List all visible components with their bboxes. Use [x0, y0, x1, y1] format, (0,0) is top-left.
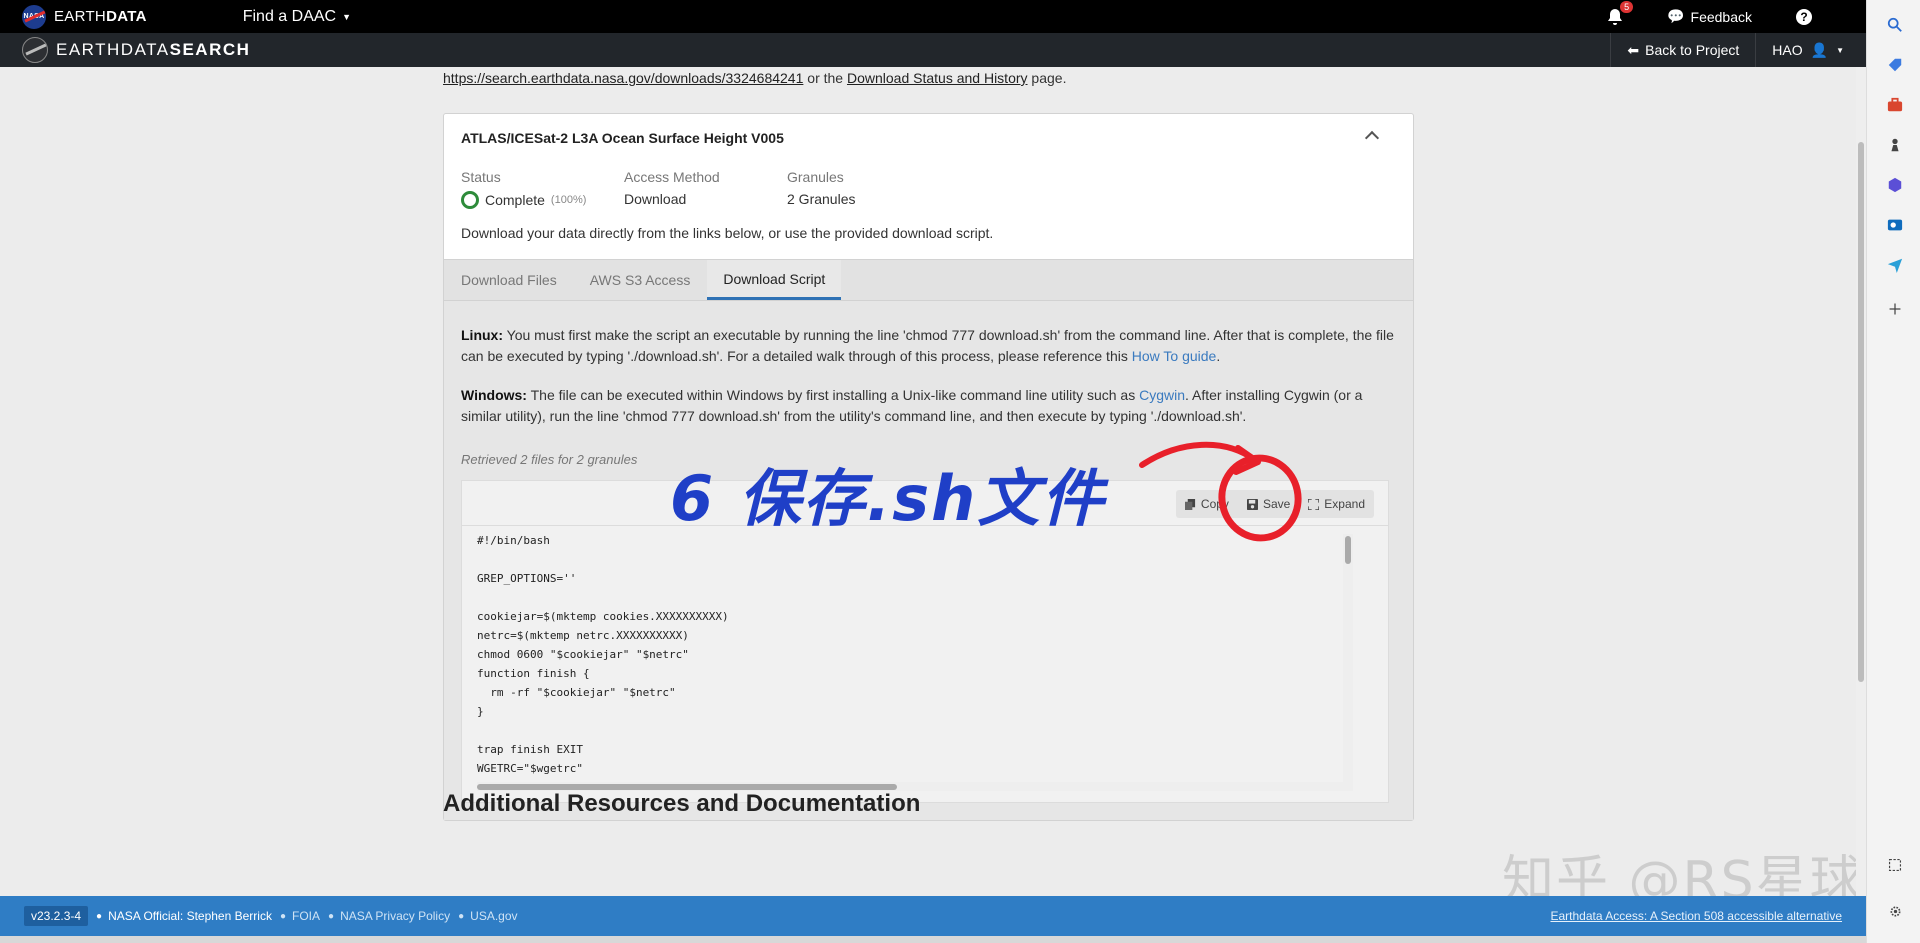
download-script-panel: Linux: You must first make the script an…: [444, 301, 1413, 820]
complete-ring-icon: [461, 191, 479, 209]
version-badge: v23.2.3-4: [24, 906, 89, 926]
footer: v23.2.3-4 ● NASA Official: Stephen Berric…: [0, 896, 1866, 936]
page-scrollbar[interactable]: [1856, 67, 1866, 896]
cygwin-link[interactable]: Cygwin: [1139, 387, 1185, 403]
search-icon[interactable]: [1886, 16, 1904, 34]
linux-end: .: [1216, 348, 1221, 364]
access-method-value: Download: [624, 191, 687, 207]
caret-down-icon: ▼: [1836, 45, 1844, 55]
usa-gov-link[interactable]: USA.gov: [470, 909, 517, 923]
earthdata-search-logo[interactable]: EARTHDATA SEARCH: [22, 37, 250, 63]
linux-label: Linux:: [461, 327, 503, 343]
code-line: netrc=$(mktemp netrc.XXXXXXXXXX): [477, 629, 689, 642]
plus-icon[interactable]: [1886, 300, 1904, 318]
help-icon[interactable]: ?: [1796, 8, 1812, 25]
linux-text: You must first make the script an execut…: [461, 327, 1394, 364]
earthdata-brand-prefix: EARTH: [54, 8, 107, 25]
tag-icon[interactable]: [1886, 56, 1904, 74]
code-line: cookiejar=$(mktemp cookies.XXXXXXXXXX): [477, 610, 729, 623]
download-description: Download your data directly from the lin…: [461, 225, 994, 241]
settings-icon[interactable]: [1886, 902, 1904, 920]
find-a-daac-label: Find a DAAC: [242, 7, 337, 25]
script-code[interactable]: #!/bin/bash GREP_OPTIONS='' cookiejar=$(…: [477, 531, 1362, 783]
search-brand-suffix: SEARCH: [169, 40, 251, 59]
how-to-guide-link[interactable]: How To guide: [1132, 348, 1217, 364]
outlook-icon[interactable]: [1886, 216, 1904, 234]
download-url-link[interactable]: https://search.earthdata.nasa.gov/downlo…: [443, 70, 803, 86]
nasa-logo-icon: NASA: [22, 4, 46, 29]
code-line: }: [477, 705, 484, 718]
expand-label: Expand: [1324, 497, 1365, 511]
download-link-line: https://search.earthdata.nasa.gov/downlo…: [443, 70, 1066, 86]
earthdata-search-bar: EARTHDATA SEARCH ⬅ Back to Project HAO 👤 …: [0, 33, 1866, 67]
nasa-meatball-icon: [22, 37, 48, 63]
find-a-daac-menu[interactable]: Find a DAAC ▼: [243, 8, 351, 26]
earthdata-top-bar: NASA EARTH DATA Find a DAAC ▼ 5 💬 Feedbac…: [0, 0, 1866, 33]
back-to-project-label: Back to Project: [1645, 42, 1740, 58]
privacy-policy-link[interactable]: NASA Privacy Policy: [340, 909, 450, 923]
link-connector: or the: [803, 70, 847, 86]
user-menu[interactable]: HAO 👤 ▼: [1756, 42, 1866, 59]
search-brand-prefix: EARTHDATA: [56, 40, 170, 59]
send-icon[interactable]: [1886, 256, 1904, 274]
briefcase-icon[interactable]: [1886, 96, 1904, 114]
nasa-official: NASA Official: Stephen Berrick: [108, 909, 272, 923]
tab-aws-s3-access[interactable]: AWS S3 Access: [574, 260, 707, 300]
taskbar-strip: [0, 936, 1920, 943]
status-label: Status: [461, 169, 501, 185]
linux-instructions: Linux: You must first make the script an…: [461, 325, 1401, 367]
code-line: WGETRC="$wgetrc": [477, 762, 583, 775]
link-tail: page.: [1027, 70, 1067, 86]
additional-resources-heading: Additional Resources and Documentation: [443, 790, 921, 817]
status-percent: (100%): [550, 194, 587, 206]
browser-edge-sidebar: [1866, 0, 1920, 943]
granules-meta: Granules 2 Granules: [787, 169, 855, 207]
screenshot-icon[interactable]: [1886, 856, 1904, 874]
code-line: chmod 0600 "$cookiejar" "$netrc": [477, 648, 689, 661]
windows-label: Windows:: [461, 387, 527, 403]
hexagon-icon[interactable]: [1886, 176, 1904, 194]
code-line: GREP_OPTIONS='': [477, 572, 577, 585]
scroll-thumb[interactable]: [1858, 142, 1864, 682]
windows-text: The file can be executed within Windows …: [526, 387, 1140, 403]
download-tabs: Download Files AWS S3 Access Download Sc…: [444, 259, 1413, 301]
back-to-project-button[interactable]: ⬅ Back to Project: [1610, 33, 1757, 67]
retrieved-files-note: Retrieved 2 files for 2 granules: [461, 452, 638, 467]
notifications-button[interactable]: 5: [1605, 0, 1634, 27]
code-line: rm -rf "$cookiejar" "$netrc": [477, 686, 676, 699]
notification-badge: 5: [1620, 0, 1634, 13]
accessible-alternative-link[interactable]: Earthdata Access: A Section 508 accessib…: [1550, 909, 1842, 923]
scroll-thumb[interactable]: [1345, 536, 1351, 564]
code-vertical-scrollbar[interactable]: [1343, 534, 1353, 787]
caret-down-icon: ▼: [342, 11, 352, 22]
status-value: Complete: [485, 192, 545, 208]
tab-download-script[interactable]: Download Script: [707, 260, 842, 300]
granules-value: 2 Granules: [787, 191, 856, 207]
code-line: function finish {: [477, 667, 590, 680]
code-line: trap finish EXIT: [477, 743, 583, 756]
chat-bubble-icon: 💬: [1667, 8, 1685, 24]
earthdata-brand-suffix: DATA: [106, 8, 147, 25]
feedback-button[interactable]: 💬 Feedback: [1667, 8, 1752, 25]
user-icon: 👤: [1810, 41, 1829, 58]
annotation-text: 6 保存.sh文件: [670, 462, 1106, 535]
user-name: HAO: [1772, 42, 1803, 58]
arrow-left-circle-icon: ⬅: [1627, 41, 1640, 58]
foia-link[interactable]: FOIA: [292, 909, 320, 923]
access-meta: Access Method Download: [624, 169, 720, 207]
chess-icon[interactable]: [1886, 136, 1904, 154]
earthdata-logo[interactable]: NASA EARTH DATA: [22, 4, 147, 29]
feedback-label: Feedback: [1690, 8, 1752, 25]
download-status-link[interactable]: Download Status and History: [847, 70, 1028, 86]
tab-download-files[interactable]: Download Files: [445, 260, 573, 300]
status-meta: Status Complete (100%): [461, 169, 586, 209]
annotation-arrow-icon: [1139, 441, 1302, 542]
access-method-label: Access Method: [624, 169, 720, 185]
granules-label: Granules: [787, 169, 844, 185]
chevron-up-icon[interactable]: [1364, 130, 1380, 146]
collection-title: ATLAS/ICESat-2 L3A Ocean Surface Height …: [461, 130, 784, 146]
